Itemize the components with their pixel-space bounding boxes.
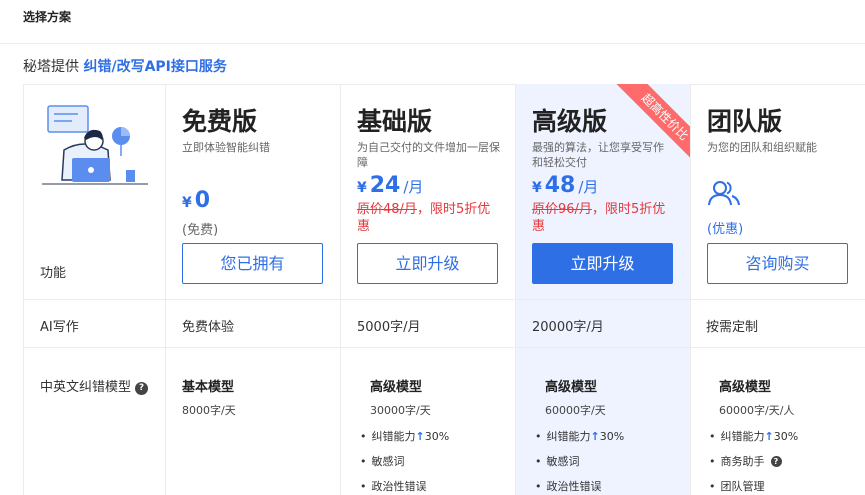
plan-name: 团队版	[707, 107, 783, 136]
bullet-text: 纠错能力	[720, 430, 765, 443]
plan-price: ¥24/月	[357, 173, 423, 198]
arrow-up-icon: ↑	[415, 430, 425, 443]
row-divider	[23, 347, 865, 348]
feature-bullet: 纠错能力↑30%	[360, 428, 450, 444]
price-value: 0	[194, 188, 211, 213]
currency-symbol: ¥	[357, 180, 367, 196]
bullet-value: 30%	[773, 430, 799, 443]
feature-bullet: 政治性错误	[360, 478, 427, 494]
contact-sales-button[interactable]: 咨询购买	[707, 243, 848, 284]
subtitle-prefix: 秘塔提供	[23, 59, 79, 75]
plan-price: ¥0	[182, 188, 210, 213]
bullet-value: 30%	[599, 430, 625, 443]
model-name: 基本模型	[182, 380, 235, 395]
currency-symbol: ¥	[182, 195, 192, 211]
price-value: 24	[369, 173, 401, 198]
bullet-text: 纠错能力	[546, 430, 591, 443]
owned-button[interactable]: 您已拥有	[182, 243, 323, 284]
promo-text: 原价48/月，限时5折优惠	[357, 201, 502, 235]
plan-free: 免费版 立即体验智能纠错 ¥0 (免费) 您已拥有	[165, 84, 340, 306]
help-icon[interactable]: ?	[770, 456, 782, 467]
bullet-text: 商务助手	[720, 455, 765, 468]
value-ribbon: 超高性价比	[585, 84, 690, 189]
team-users-icon	[708, 179, 740, 211]
plan-name: 基础版	[357, 107, 433, 136]
plan-team: 团队版 为您的团队和组织赋能 (优惠) 咨询购买	[690, 84, 865, 306]
feature-bullet: 纠错能力↑30%	[709, 428, 799, 444]
price-note: (免费)	[182, 223, 219, 238]
correction-model-label-text: 中英文纠错模型	[40, 380, 132, 395]
original-price: 原价48/月	[357, 202, 417, 217]
model-name: 高级模型	[545, 380, 598, 395]
bullet-value: 30%	[424, 430, 450, 443]
plan-basic: 基础版 为自己交付的文件增加一层保障 ¥24/月 原价48/月，限时5折优惠 立…	[340, 84, 515, 306]
plan-name: 免费版	[182, 107, 258, 136]
price-unit: /月	[403, 178, 424, 196]
feature-bullet: 敏感词	[360, 453, 405, 469]
ribbon-label: 超高性价比	[611, 84, 690, 171]
original-price: 原价96/月	[532, 202, 592, 217]
ai-writing-basic: 5000字/月	[357, 320, 421, 335]
upgrade-button[interactable]: 立即升级	[357, 243, 498, 284]
ai-writing-advanced: 20000字/月	[532, 320, 604, 335]
ai-writing-free: 免费体验	[182, 320, 235, 335]
model-quota: 8000字/天	[182, 404, 236, 417]
model-name: 高级模型	[370, 380, 423, 395]
promo-text: 原价96/月，限时5折优惠	[532, 201, 677, 235]
model-quota: 30000字/天	[370, 404, 431, 417]
api-service-link[interactable]: 纠错/改写API接口服务	[83, 59, 226, 75]
feature-ai-writing-label: AI写作	[40, 320, 79, 335]
feature-bullet: 敏感词	[535, 453, 580, 469]
feature-bullet: 纠错能力↑30%	[535, 428, 625, 444]
plan-description: 立即体验智能纠错	[182, 141, 270, 154]
currency-symbol: ¥	[532, 180, 542, 196]
feature-bullet: 商务助手?	[709, 453, 782, 469]
service-subtitle: 秘塔提供 纠错/改写API接口服务	[23, 56, 227, 76]
help-icon[interactable]: ?	[135, 382, 149, 395]
model-quota: 60000字/天	[545, 404, 606, 417]
support-person-illustration	[38, 100, 153, 190]
feature-bullet: 团队管理	[709, 478, 765, 494]
model-quota: 60000字/天/人	[719, 404, 795, 417]
price-value: 48	[544, 173, 576, 198]
plan-description: 为您的团队和组织赋能	[707, 141, 817, 154]
upgrade-button-primary[interactable]: 立即升级	[532, 243, 673, 284]
arrow-up-icon: ↑	[590, 430, 600, 443]
ai-writing-team: 按需定制	[706, 320, 759, 335]
price-note: (优惠)	[707, 222, 744, 237]
plan-description: 为自己交付的文件增加一层保障	[357, 141, 500, 169]
arrow-up-icon: ↑	[764, 430, 774, 443]
feature-correction-model-label: 中英文纠错模型?	[40, 376, 149, 395]
bullet-text: 纠错能力	[371, 430, 416, 443]
feature-bullet: 政治性错误	[535, 478, 602, 494]
page-title: 选择方案	[23, 10, 72, 24]
model-name: 高级模型	[719, 380, 772, 395]
top-bar: 选择方案	[0, 0, 865, 44]
feature-function-label: 功能	[40, 266, 67, 281]
